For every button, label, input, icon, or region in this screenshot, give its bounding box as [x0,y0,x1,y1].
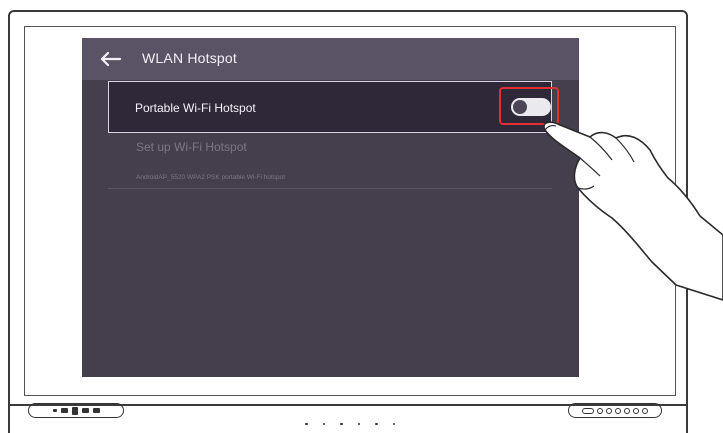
setup-hotspot-label[interactable]: Set up Wi-Fi Hotspot [136,140,247,154]
android-screen: WLAN Hotspot Portable Wi-Fi Hotspot Set … [82,38,579,377]
page-title: WLAN Hotspot [142,50,237,66]
portable-hotspot-label: Portable Wi-Fi Hotspot [135,101,256,115]
sensor-dot [375,422,378,426]
usb-port [582,407,594,414]
panel-button [92,408,100,413]
round-port [642,407,648,414]
sensor-dot [340,422,343,426]
setup-row-divider [108,188,552,189]
panel-button [52,409,57,412]
back-button[interactable] [96,45,124,73]
sensor-dots-icon [305,422,395,426]
portable-hotspot-row[interactable]: Portable Wi-Fi Hotspot [108,81,552,133]
toggle-knob [513,100,527,114]
round-port [624,407,630,414]
front-panel-buttons-icon [28,403,124,418]
hotspot-toggle[interactable] [511,98,551,116]
monitor-illustration: WLAN Hotspot Portable Wi-Fi Hotspot Set … [0,0,723,433]
panel-button [81,408,89,413]
round-port [606,407,612,414]
round-port [633,407,639,414]
round-port [597,407,603,414]
panel-button [71,406,78,415]
arrow-left-icon [100,51,121,67]
panel-button [60,408,68,413]
app-bar: WLAN Hotspot [82,38,579,80]
setup-hotspot-subtitle: AndroidAP_5520 WPA2 PSK portable Wi-Fi h… [136,174,286,181]
sensor-dot [392,422,395,426]
sensor-dot [357,422,360,426]
front-panel-ports-icon [568,403,662,418]
round-port [615,407,621,414]
sensor-dot [322,422,325,426]
sensor-dot [305,422,308,426]
